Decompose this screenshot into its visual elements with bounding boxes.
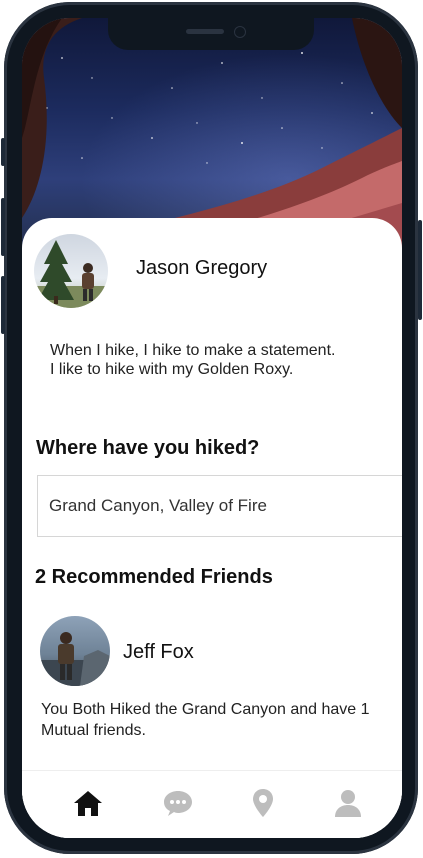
recommended-friends-title: 2 Recommended Friends (35, 566, 273, 588)
profile-avatar-art (34, 240, 108, 308)
chat-icon (164, 791, 192, 816)
app-screen: Jason Gregory When I hike, I hike to mak… (22, 18, 402, 838)
device-notch (108, 18, 314, 50)
profile-avatar[interactable] (34, 234, 108, 308)
silent-switch (1, 138, 5, 166)
profile-card: Jason Gregory When I hike, I hike to mak… (22, 218, 402, 838)
front-camera (234, 26, 246, 38)
profile-bio: When I hike, I hike to make a statement.… (50, 341, 335, 379)
user-icon (335, 790, 361, 817)
tab-profile[interactable] (326, 781, 370, 825)
cover-image-art (22, 18, 402, 248)
profile-bio-line: I like to hike with my Golden Roxy. (50, 361, 294, 378)
friend-avatar[interactable] (40, 616, 110, 686)
speaker-grille (186, 29, 224, 34)
volume-up-button (1, 198, 5, 256)
friend-avatar-art (40, 632, 110, 686)
volume-down-button (1, 276, 5, 334)
bottom-tab-bar (22, 770, 402, 838)
hiked-section-title: Where have you hiked? (36, 437, 260, 459)
tab-location[interactable] (241, 781, 285, 825)
cover-image (22, 18, 402, 248)
tab-home[interactable] (66, 781, 110, 825)
profile-bio-line: When I hike, I hike to make a statement. (50, 342, 336, 359)
friend-description: You Both Hiked the Grand Canyon and have… (41, 701, 370, 739)
tab-messages[interactable] (156, 781, 200, 825)
hiked-locations-input[interactable] (37, 475, 402, 537)
profile-name: Jason Gregory (136, 257, 268, 279)
location-pin-icon (253, 789, 273, 817)
home-icon (74, 791, 102, 816)
power-button (418, 220, 422, 320)
friend-name[interactable]: Jeff Fox (123, 641, 194, 664)
